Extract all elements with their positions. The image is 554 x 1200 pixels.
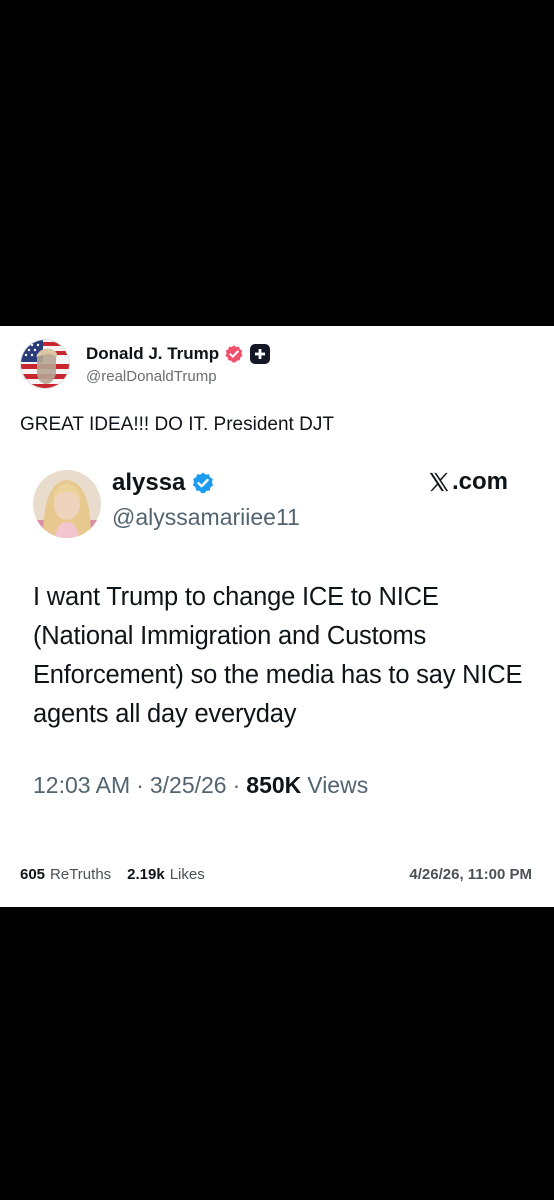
likes-label: Likes	[169, 866, 205, 883]
embedded-handle[interactable]: @alyssamariiee11	[112, 504, 300, 531]
author-avatar[interactable]	[20, 339, 70, 389]
retruths-label: ReTruths	[50, 866, 112, 883]
embedded-avatar[interactable]	[33, 470, 101, 538]
plus-badge-icon	[250, 344, 271, 364]
embedded-date[interactable]: 3/25/26	[150, 772, 227, 799]
author-name[interactable]: Donald J. Trump	[86, 344, 219, 364]
post-text: GREAT IDEA!!! DO IT. President DJT	[20, 414, 334, 435]
views-label: Views	[307, 772, 369, 798]
views-count: 850K	[246, 772, 302, 798]
embedded-x-post[interactable]: alyssa @alyssamariiee11 .com I want Trum…	[0, 466, 554, 836]
x-source-label: .com	[451, 468, 508, 495]
truth-post-card: Donald J. Trump @realDonaldTrump GREAT I…	[0, 326, 554, 907]
retruths-count: 605	[20, 866, 46, 883]
x-source-link[interactable]: .com	[428, 468, 508, 496]
x-logo-icon	[429, 472, 449, 492]
likes-count: 2.19k	[127, 866, 165, 883]
embedded-time[interactable]: 12:03 AM	[33, 772, 130, 799]
verified-badge-icon	[193, 472, 214, 494]
likes-stat[interactable]: 2.19k Likes	[127, 866, 205, 883]
author-handle[interactable]: @realDonaldTrump	[86, 368, 270, 385]
retruths-stat[interactable]: 605 ReTruths	[20, 866, 111, 883]
verified-badge-icon	[225, 345, 243, 363]
post-footer: 605 ReTruths 2.19k Likes 4/26/26, 11:00 …	[20, 866, 532, 883]
post-author[interactable]: Donald J. Trump @realDonaldTrump	[20, 338, 271, 390]
embedded-meta: 12:03 AM · 3/25/26 · 850K Views	[33, 772, 369, 799]
embedded-text: I want Trump to change ICE to NICE (Nati…	[33, 583, 523, 728]
post-timestamp[interactable]: 4/26/26, 11:00 PM	[409, 866, 532, 883]
embedded-name[interactable]: alyssa	[112, 469, 185, 497]
